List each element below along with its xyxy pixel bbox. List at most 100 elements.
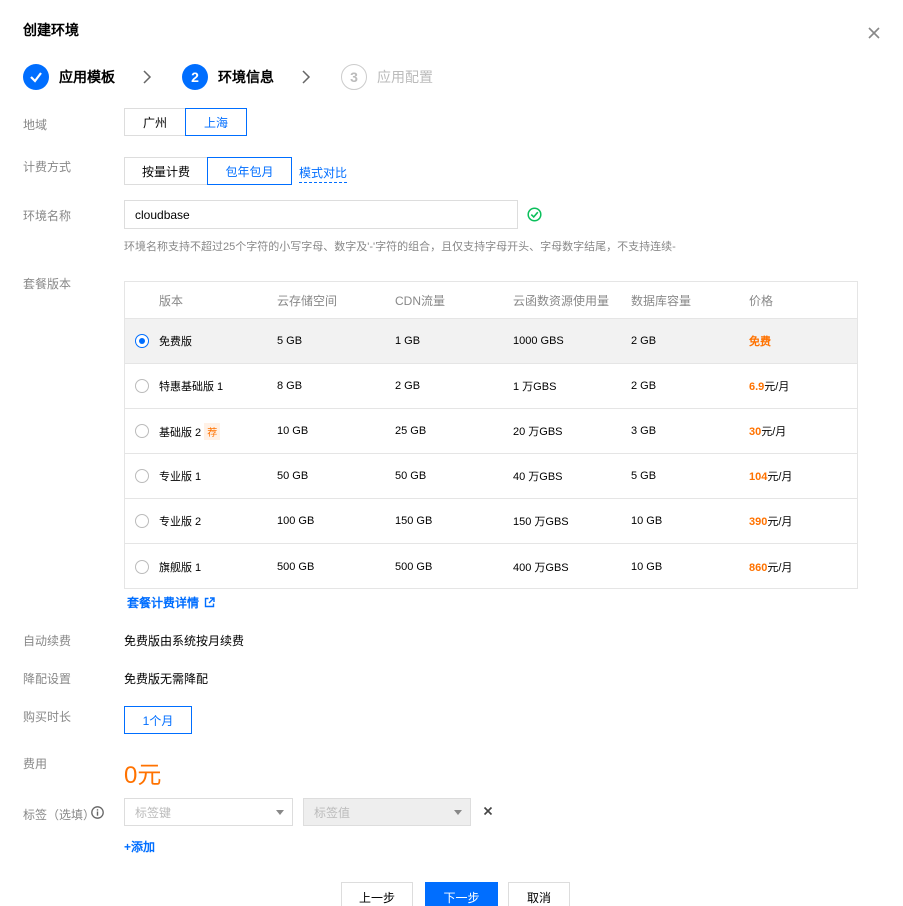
- billing-option-monthly[interactable]: 包年包月: [207, 157, 292, 185]
- plan-radio[interactable]: [135, 559, 149, 574]
- plan-name: 特惠基础版 1: [159, 381, 224, 393]
- step-app-template: 应用模板: [23, 63, 115, 91]
- env-name-input[interactable]: cloudbase: [124, 200, 518, 229]
- check-circle-icon: [527, 207, 542, 222]
- billing-option-payg[interactable]: 按量计费: [124, 157, 208, 185]
- storage-cell: 100 GB: [277, 515, 315, 527]
- env-name-value: cloudbase: [135, 207, 190, 222]
- plus-icon: +: [124, 840, 132, 854]
- external-link-icon: [204, 597, 215, 608]
- close-icon[interactable]: [866, 25, 882, 41]
- tag-value-select[interactable]: 标签值: [303, 798, 471, 826]
- region-selector: 广州 上海: [124, 108, 247, 136]
- fee-value: 0元: [124, 762, 162, 789]
- table-row[interactable]: 基础版 2荐 10 GB 25 GB 20 万GBS 3 GB 30元/月: [125, 409, 857, 454]
- table-row[interactable]: 专业版 2 100 GB 150 GB 150 万GBS 10 GB 390元/…: [125, 499, 857, 544]
- func-cell: 400 万GBS: [513, 561, 569, 574]
- price-amount: 390: [749, 516, 768, 528]
- cdn-cell: 150 GB: [395, 515, 433, 527]
- price-amount: 860: [749, 561, 768, 574]
- recommend-badge: 荐: [204, 422, 221, 440]
- func-cell: 1000 GBS: [513, 335, 564, 347]
- duration-label: 购买时长: [23, 710, 72, 724]
- plan-name-wrap: 基础版 2荐: [159, 422, 221, 440]
- plan-radio[interactable]: [135, 469, 149, 483]
- price-unit: 元/月: [764, 381, 790, 393]
- cancel-button[interactable]: 取消: [508, 882, 570, 906]
- add-tag-label: 添加: [131, 840, 156, 854]
- add-tag-button[interactable]: +添加: [124, 838, 155, 855]
- plan-table: 版本 云存储空间 CDN流量 云函数资源使用量 数据库容量 价格 免费版 5 G…: [124, 281, 858, 589]
- price-cell: 6.9元/月: [749, 378, 789, 394]
- func-cell: 20 万GBS: [513, 426, 563, 438]
- plan-name: 专业版 2: [159, 516, 202, 528]
- plan-detail-link[interactable]: 套餐计费详情: [127, 594, 215, 611]
- func-cell: 40 万GBS: [513, 471, 563, 483]
- step-app-config: 3 应用配置: [341, 63, 433, 91]
- col-header: 数据库容量: [631, 293, 692, 308]
- price-cell: 390元/月: [749, 513, 792, 529]
- price-unit: 元/月: [767, 516, 793, 528]
- caret-down-icon: [276, 810, 284, 815]
- col-header: 版本: [159, 293, 184, 308]
- dialog-title: 创建环境: [23, 22, 79, 38]
- duration-option[interactable]: 1个月: [124, 706, 192, 734]
- table-row[interactable]: 专业版 1 50 GB 50 GB 40 万GBS 5 GB 104元/月: [125, 454, 857, 499]
- next-button[interactable]: 下一步: [425, 882, 498, 906]
- remove-tag-icon[interactable]: [482, 805, 494, 817]
- price-cell: 104元/月: [749, 468, 792, 484]
- storage-cell: 8 GB: [277, 380, 303, 392]
- plan-detail-label: 套餐计费详情: [127, 596, 200, 610]
- duration-selector: 1个月: [124, 706, 192, 734]
- plan-name: 专业版 1: [159, 471, 202, 483]
- table-row[interactable]: 旗舰版 1 500 GB 500 GB 400 万GBS 10 GB 860元/…: [125, 544, 857, 589]
- plan-name: 旗舰版 1: [159, 561, 202, 574]
- price-cell: 免费: [749, 336, 771, 348]
- col-header: CDN流量: [395, 293, 445, 308]
- storage-cell: 500 GB: [277, 560, 315, 573]
- step-number: 2: [182, 64, 208, 90]
- step-label: 环境信息: [218, 69, 274, 85]
- auto-renew-label: 自动续费: [23, 634, 72, 648]
- db-cell: 10 GB: [631, 515, 663, 527]
- tag-key-select[interactable]: 标签键: [124, 798, 293, 826]
- db-cell: 5 GB: [631, 470, 657, 482]
- fee-label: 费用: [23, 757, 48, 771]
- table-header: 版本 云存储空间 CDN流量 云函数资源使用量 数据库容量 价格: [125, 282, 857, 319]
- downgrade-label: 降配设置: [23, 672, 72, 686]
- plan-radio[interactable]: [135, 514, 149, 528]
- table-row[interactable]: 特惠基础版 1 8 GB 2 GB 1 万GBS 2 GB 6.9元/月: [125, 364, 857, 409]
- region-option-guangzhou[interactable]: 广州: [124, 108, 186, 136]
- col-header: 云存储空间: [277, 293, 338, 308]
- env-name-label: 环境名称: [23, 209, 72, 223]
- region-label: 地域: [23, 118, 48, 132]
- storage-cell: 5 GB: [277, 335, 303, 347]
- info-icon[interactable]: [91, 806, 104, 819]
- cdn-cell: 25 GB: [395, 425, 427, 437]
- price-unit: 元/月: [761, 426, 787, 438]
- tag-value-placeholder: 标签值: [314, 805, 351, 820]
- plan-radio[interactable]: [135, 424, 149, 438]
- chevron-right-icon: [302, 70, 311, 84]
- plan-label: 套餐版本: [23, 277, 72, 291]
- downgrade-value: 免费版无需降配: [124, 672, 209, 686]
- env-name-hint: 环境名称支持不超过25个字符的小写字母、数字及'-'字符的组合，且仅支持字母开头…: [124, 241, 676, 253]
- plan-radio[interactable]: [135, 379, 149, 393]
- cdn-cell: 1 GB: [395, 335, 421, 347]
- tag-key-placeholder: 标签键: [135, 805, 172, 820]
- chevron-right-icon: [143, 70, 152, 84]
- region-option-shanghai[interactable]: 上海: [185, 108, 247, 136]
- table-row[interactable]: 免费版 5 GB 1 GB 1000 GBS 2 GB 免费: [125, 319, 857, 364]
- check-icon: [23, 64, 49, 90]
- prev-button[interactable]: 上一步: [341, 882, 413, 906]
- storage-cell: 50 GB: [277, 470, 309, 482]
- caret-down-icon: [454, 810, 462, 815]
- step-label: 应用模板: [59, 69, 115, 85]
- db-cell: 3 GB: [631, 425, 657, 437]
- auto-renew-value: 免费版由系统按月续费: [124, 634, 245, 648]
- plan-radio[interactable]: [135, 334, 149, 348]
- mode-compare-link[interactable]: 模式对比: [299, 164, 348, 183]
- col-header: 云函数资源使用量: [513, 293, 610, 308]
- storage-cell: 10 GB: [277, 425, 309, 437]
- db-cell: 10 GB: [631, 560, 663, 573]
